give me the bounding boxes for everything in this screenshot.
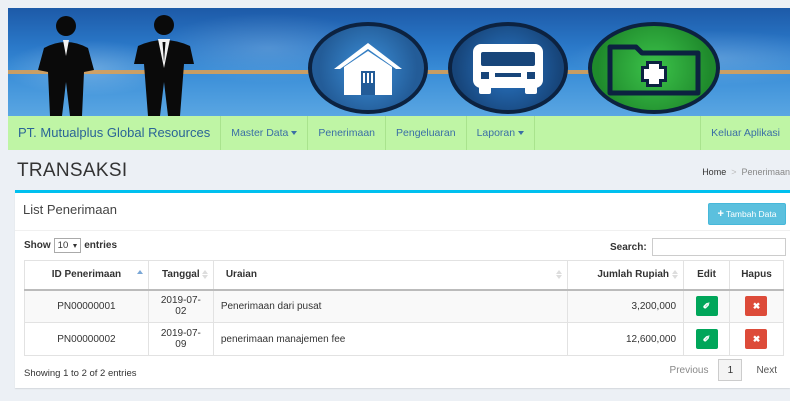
caret-down-icon xyxy=(291,131,298,136)
nav-master-data[interactable]: Master Data xyxy=(220,116,307,150)
entries-label: entries xyxy=(84,240,118,251)
cell-tanggal: 2019-07-02 xyxy=(147,289,214,323)
logout-link[interactable]: Keluar Aplikasi xyxy=(700,116,790,150)
penerimaan-table: ID Penerimaan Tanggal Uraian Jumlah Rupi… xyxy=(24,260,785,356)
column-header-id-label: ID Penerimaan xyxy=(51,269,122,281)
top-navbar: PT. Mutualplus Global Resources Master D… xyxy=(8,116,790,150)
nav-master-data-label: Master Data xyxy=(231,127,289,139)
delete-icon[interactable]: ✖ xyxy=(745,296,768,317)
page-title: TRANSAKSI xyxy=(17,160,128,181)
entries-length-control: Show 10 entries xyxy=(24,238,117,253)
show-label: Show xyxy=(24,240,51,251)
column-header-edit: Edit xyxy=(683,260,730,291)
cell-jumlah: 3,200,000 xyxy=(567,289,685,323)
column-header-tanggal-label: Tanggal xyxy=(162,269,200,281)
nav-spacer xyxy=(534,116,700,150)
cell-jumlah: 12,600,000 xyxy=(567,322,685,356)
column-header-hapus: Hapus xyxy=(728,260,785,291)
page-button-1[interactable]: 1 xyxy=(718,359,743,381)
list-box: List Penerimaan + Tambah Data Show 10 ent… xyxy=(15,190,790,388)
sort-icon xyxy=(201,270,208,279)
header-banner xyxy=(8,8,790,116)
cell-hapus: ✖ xyxy=(728,289,785,323)
table-row: PN00000002 2019-07-09 penerimaan manajem… xyxy=(24,322,785,356)
bus-circle xyxy=(448,22,568,114)
nav-penerimaan[interactable]: Penerimaan xyxy=(307,116,385,150)
column-header-uraian[interactable]: Uraian xyxy=(212,260,569,291)
plus-icon: + xyxy=(717,208,724,220)
entries-select-value: 10 xyxy=(57,240,69,251)
table-info: Showing 1 to 2 of 2 entries xyxy=(24,368,137,379)
sort-ascending-icon xyxy=(136,270,143,279)
nav-laporan[interactable]: Laporan xyxy=(465,116,535,150)
edit-icon[interactable]: ✐ xyxy=(695,329,718,349)
cell-hapus: ✖ xyxy=(728,322,785,356)
select-arrow-icon xyxy=(73,243,78,248)
table-header-row: ID Penerimaan Tanggal Uraian Jumlah Rupi… xyxy=(24,260,785,291)
search-input[interactable] xyxy=(651,238,786,256)
column-header-uraian-label: Uraian xyxy=(225,269,257,281)
search-label: Search: xyxy=(610,241,647,253)
column-header-jumlah-label: Jumlah Rupiah xyxy=(597,269,670,281)
column-header-tanggal[interactable]: Tanggal xyxy=(147,260,214,291)
sort-icon xyxy=(672,270,679,279)
house-circle xyxy=(308,22,428,114)
entries-select[interactable]: 10 xyxy=(53,238,82,253)
edit-icon[interactable]: ✐ xyxy=(695,296,718,317)
businessman-icon xyxy=(38,16,94,116)
column-header-id[interactable]: ID Penerimaan xyxy=(24,260,149,291)
next-button[interactable]: Next xyxy=(742,365,785,376)
previous-button[interactable]: Previous xyxy=(660,365,719,376)
table-row: PN00000001 2019-07-02 Penerimaan dari pu… xyxy=(24,289,785,323)
delete-icon[interactable]: ✖ xyxy=(745,329,768,349)
folder-plus-icon xyxy=(607,44,701,96)
search-control: Search: xyxy=(610,238,786,256)
nav-pengeluaran-label: Pengeluaran xyxy=(396,127,456,139)
breadcrumb-separator: > xyxy=(731,167,737,177)
nav-laporan-label: Laporan xyxy=(476,127,516,139)
cell-edit: ✐ xyxy=(683,289,730,323)
add-data-button[interactable]: + Tambah Data xyxy=(708,203,786,225)
breadcrumb: Home > Penerimaan xyxy=(702,167,790,177)
nav-penerimaan-label: Penerimaan xyxy=(318,127,376,139)
cell-id: PN00000002 xyxy=(24,322,149,356)
cell-uraian: penerimaan manajemen fee xyxy=(212,322,569,356)
nav-pengeluaran[interactable]: Pengeluaran xyxy=(385,116,466,150)
businessman-icon xyxy=(134,15,194,116)
cell-tanggal: 2019-07-09 xyxy=(147,322,214,356)
cell-id: PN00000001 xyxy=(24,289,149,323)
cell-edit: ✐ xyxy=(683,322,730,356)
column-header-jumlah[interactable]: Jumlah Rupiah xyxy=(567,260,685,291)
add-data-label: Tambah Data xyxy=(725,209,777,219)
bus-icon xyxy=(473,44,543,94)
box-divider xyxy=(15,230,790,231)
box-title: List Penerimaan xyxy=(23,202,117,217)
brand-link[interactable]: PT. Mutualplus Global Resources xyxy=(8,116,220,150)
pagination: Previous 1 Next xyxy=(660,359,785,381)
sort-icon xyxy=(556,270,563,279)
caret-down-icon xyxy=(518,131,525,136)
breadcrumb-current: Penerimaan xyxy=(741,167,790,177)
house-icon xyxy=(334,43,402,95)
cell-uraian: Penerimaan dari pusat xyxy=(212,289,569,323)
folder-circle xyxy=(588,22,720,114)
breadcrumb-home[interactable]: Home xyxy=(702,167,726,177)
